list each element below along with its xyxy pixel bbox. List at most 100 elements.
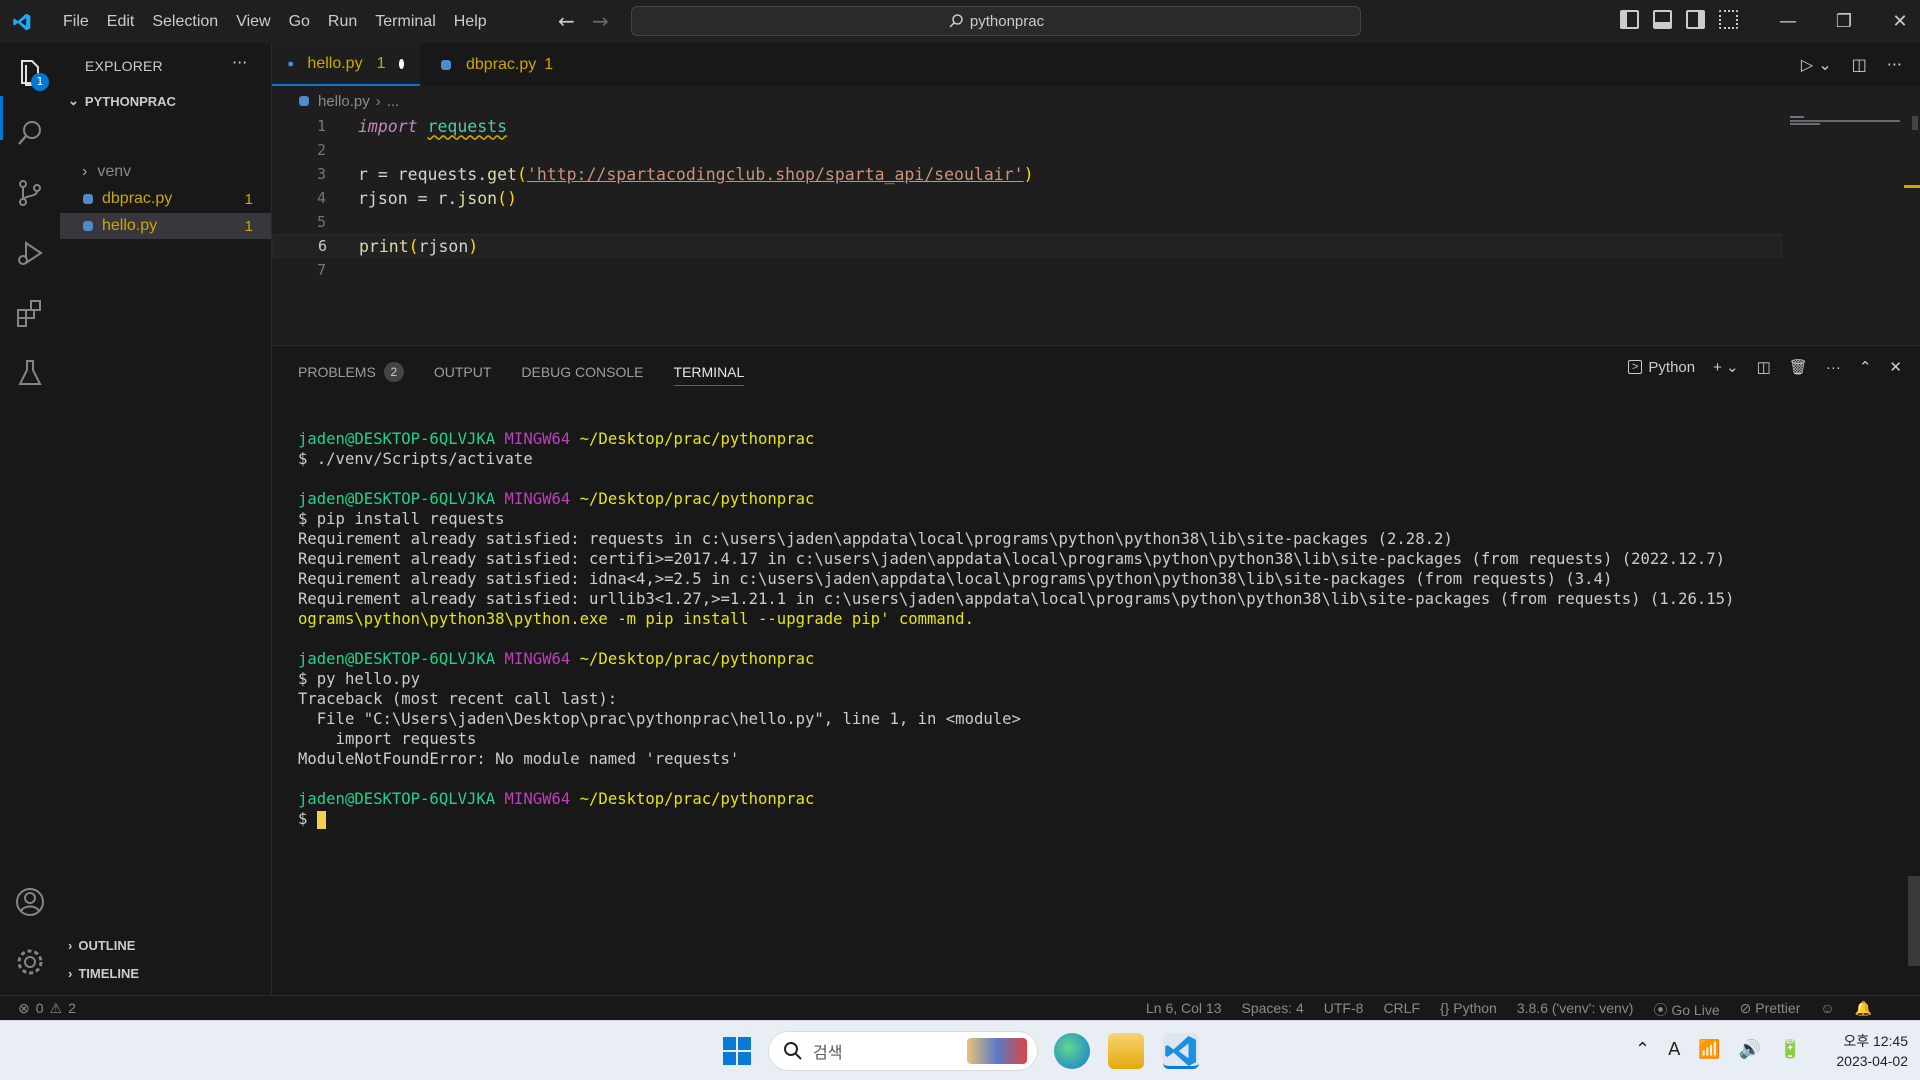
search-icon: [949, 14, 963, 28]
project-folder-header[interactable]: ⌄ PYTHONPRAC: [68, 93, 176, 109]
forward-arrow-icon[interactable]: →: [592, 10, 612, 32]
taskbar-search[interactable]: 검색: [768, 1031, 1038, 1071]
accounts-icon[interactable]: [14, 886, 46, 918]
tree-item-label: venv: [97, 163, 132, 180]
menu-view[interactable]: View: [227, 0, 279, 43]
notifications-bell-icon[interactable]: 🔔: [1855, 1000, 1872, 1020]
unsaved-dot-icon[interactable]: [399, 58, 404, 69]
tab-output[interactable]: OUTPUT: [434, 358, 492, 386]
tab-hello[interactable]: hello.py 1: [272, 43, 420, 86]
menu-file[interactable]: File: [54, 0, 98, 43]
restore-icon[interactable]: ❐: [1816, 0, 1872, 43]
line-number: 1: [316, 117, 326, 135]
tab-terminal[interactable]: TERMINAL: [673, 358, 745, 386]
terminal-icon: >: [1627, 360, 1643, 374]
menu-edit[interactable]: Edit: [98, 0, 144, 43]
string-literal[interactable]: 'http://spartacodingclub.shop/sparta_api…: [527, 165, 1024, 184]
encoding[interactable]: UTF-8: [1324, 1000, 1364, 1020]
close-window-icon[interactable]: ✕: [1872, 0, 1920, 43]
back-arrow-icon[interactable]: ←: [558, 10, 578, 32]
indentation[interactable]: Spaces: 4: [1242, 1000, 1304, 1020]
menu-selection[interactable]: Selection: [143, 0, 227, 43]
tab-problems[interactable]: PROBLEMS 2: [298, 358, 404, 386]
kill-terminal-trash-icon[interactable]: 🗑: [1789, 358, 1808, 376]
terminal-cursor: [316, 810, 326, 829]
manage-gear-icon[interactable]: [14, 946, 46, 978]
tab-debug-console[interactable]: DEBUG CONSOLE: [521, 358, 643, 386]
problems-status[interactable]: ⊗ 0 ⚠ 2: [18, 1000, 76, 1017]
menu-go[interactable]: Go: [280, 0, 319, 43]
extensions-icon[interactable]: [14, 297, 46, 329]
file-explorer-icon[interactable]: [1108, 1033, 1144, 1069]
source-control-icon[interactable]: [14, 177, 46, 209]
vscode-logo-icon[interactable]: [12, 12, 32, 32]
tree-item-hello[interactable]: hello.py 1: [60, 213, 271, 239]
minimize-icon[interactable]: —: [1760, 0, 1816, 43]
breadcrumb-file[interactable]: hello.py: [318, 93, 370, 110]
code-line: 4 rjson = r.json(): [272, 186, 1782, 210]
outline-section-header[interactable]: › OUTLINE: [68, 938, 135, 953]
customize-layout-icon[interactable]: [1719, 10, 1738, 29]
command-center-search[interactable]: pythonprac: [631, 6, 1361, 36]
editor-tabs: hello.py 1 dbprac.py 1 ▷ ⌄ ◫ ···: [272, 43, 1920, 86]
paren: (: [516, 164, 527, 184]
python-file-icon: [299, 96, 309, 106]
terminal-scrollbar[interactable]: [1908, 876, 1920, 966]
testing-flask-icon[interactable]: [14, 357, 46, 389]
more-actions-icon[interactable]: ···: [1887, 55, 1902, 74]
terminal-line: $ pip install requests: [298, 510, 505, 528]
maximize-panel-icon[interactable]: ⌃: [1859, 358, 1872, 376]
keyword: import: [358, 116, 418, 136]
paren: (): [497, 188, 517, 208]
split-terminal-icon[interactable]: ◫: [1757, 358, 1771, 376]
edge-browser-icon[interactable]: [1054, 1033, 1090, 1069]
menu-terminal[interactable]: Terminal: [366, 0, 444, 43]
feedback-icon[interactable]: ☺: [1820, 1000, 1834, 1020]
tree-item-venv[interactable]: › venv: [60, 159, 271, 185]
explorer-more-icon[interactable]: ···: [232, 53, 247, 72]
windows-start-icon[interactable]: [722, 1036, 752, 1066]
tab-dbprac[interactable]: dbprac.py 1: [424, 43, 569, 86]
minimap[interactable]: [1790, 115, 1910, 127]
prettier-button[interactable]: ⊘ Prettier: [1740, 1000, 1801, 1020]
vscode-logo-icon: [1165, 1036, 1196, 1066]
menu-help[interactable]: Help: [445, 0, 496, 43]
outline-label: OUTLINE: [78, 938, 136, 953]
terminal-kind-selector[interactable]: > Python: [1627, 359, 1695, 376]
menu-run[interactable]: Run: [319, 0, 366, 43]
wifi-icon[interactable]: 📶: [1698, 1039, 1720, 1060]
line-ending[interactable]: CRLF: [1383, 1000, 1420, 1020]
more-actions-icon[interactable]: ···: [1826, 359, 1841, 376]
vscode-taskbar-icon[interactable]: [1163, 1033, 1199, 1069]
language-mode[interactable]: {} Python: [1440, 1000, 1497, 1020]
toggle-panel-icon[interactable]: [1653, 10, 1672, 29]
search-icon[interactable]: [14, 117, 46, 149]
volume-icon[interactable]: 🔊: [1739, 1039, 1761, 1060]
editor-scrollbar[interactable]: [1912, 116, 1918, 130]
taskbar-clock[interactable]: 오후 12:45 2023-04-02: [1808, 1031, 1908, 1071]
python-interpreter[interactable]: 3.8.6 ('venv': venv): [1517, 1000, 1634, 1020]
chevron-right-icon: ›: [375, 92, 381, 110]
go-live-button[interactable]: ⦿ Go Live: [1653, 1000, 1719, 1020]
input-method-icon[interactable]: A: [1668, 1039, 1680, 1060]
code-line: 2: [272, 138, 1782, 162]
new-terminal-icon[interactable]: + ⌄: [1713, 358, 1739, 376]
paren: (: [408, 236, 419, 256]
toggle-secondary-sidebar-icon[interactable]: [1686, 10, 1705, 29]
terminal-prompt: $: [298, 810, 317, 828]
close-panel-icon[interactable]: ✕: [1889, 358, 1902, 376]
terminal-output[interactable]: jaden@DESKTOP-6QLVJKA MINGW64 ~/Desktop/…: [298, 429, 1734, 829]
toggle-primary-sidebar-icon[interactable]: [1620, 10, 1639, 29]
timeline-section-header[interactable]: › TIMELINE: [68, 966, 139, 981]
run-python-file-icon[interactable]: ▷ ⌄: [1801, 55, 1832, 74]
terminal-line: import requests: [298, 730, 477, 748]
cursor-position[interactable]: Ln 6, Col 13: [1146, 1000, 1222, 1020]
code-editor[interactable]: 1 import requests 2 3 r = requests.get('…: [272, 114, 1920, 280]
terminal-path: ~/Desktop/prac/pythonprac: [579, 650, 815, 668]
tree-item-dbprac[interactable]: dbprac.py 1: [60, 186, 271, 212]
chevron-up-icon[interactable]: ⌃: [1635, 1039, 1650, 1060]
battery-icon[interactable]: 🔋: [1779, 1039, 1801, 1060]
breadcrumb-symbol[interactable]: ...: [387, 93, 400, 110]
split-editor-icon[interactable]: ◫: [1852, 55, 1867, 74]
run-debug-icon[interactable]: [14, 237, 46, 269]
